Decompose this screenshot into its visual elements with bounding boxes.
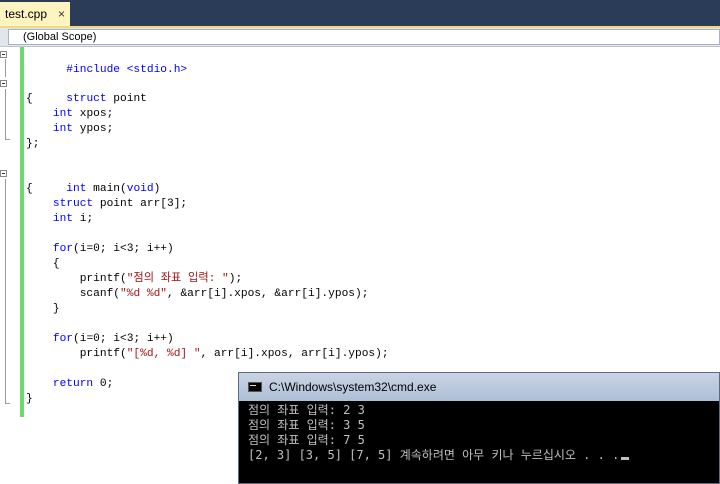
- code-text: int: [52, 213, 74, 225]
- code-line-3[interactable]: struct point: [0, 77, 716, 105]
- console-line: 점의 좌표 입력: 7 5: [248, 433, 365, 447]
- code-text: (i=0; i<3; i++): [73, 243, 174, 255]
- code-text: , &arr[i].xpos, &arr[i].ypos);: [167, 288, 369, 300]
- code-text: i;: [73, 213, 94, 225]
- code-text: xpos;: [73, 108, 114, 120]
- change-tracking-bar: [20, 47, 24, 417]
- code-line-18[interactable]: }: [26, 302, 716, 317]
- code-text: 0;: [93, 378, 114, 390]
- code-line-16[interactable]: printf("점의 좌표 입력: ");: [26, 272, 716, 287]
- console-title: C:\Windows\system32\cmd.exe: [269, 380, 437, 394]
- code-text: {: [52, 258, 60, 270]
- collapse-icon[interactable]: [0, 170, 7, 177]
- code-line-11[interactable]: struct point arr[3];: [26, 197, 716, 212]
- console-window[interactable]: C:\Windows\system32\cmd.exe 점의 좌표 입력: 2 …: [238, 372, 720, 484]
- collapse-icon[interactable]: [0, 80, 7, 87]
- code-string: "[%d, %d] ": [126, 348, 201, 360]
- console-line: 점의 좌표 입력: 3 5: [248, 418, 365, 432]
- code-string: "%d %d": [120, 288, 168, 300]
- code-line-12[interactable]: int i;: [26, 212, 716, 227]
- console-output: 점의 좌표 입력: 2 3 점의 좌표 입력: 3 5 점의 좌표 입력: 7 …: [248, 403, 630, 463]
- tab-label: test.cpp: [5, 7, 48, 21]
- code-text: struct: [52, 198, 94, 210]
- code-string: "점의 좌표 입력: ": [126, 273, 229, 285]
- outline-guide-end: [5, 139, 10, 140]
- scope-value: (Global Scope): [23, 31, 97, 43]
- code-text: }: [26, 393, 33, 405]
- outline-guide-end: [5, 403, 10, 404]
- code-text: };: [26, 138, 40, 150]
- code-line-1[interactable]: #include <stdio.h>: [0, 48, 716, 76]
- console-line-prompt: [2, 3] [3, 5] [7, 5] 계속하려면 아무 키나 누르십시오 .…: [248, 448, 630, 463]
- code-text: for: [52, 243, 74, 255]
- code-text: (i=0; i<3; i++): [73, 333, 174, 345]
- code-line-4[interactable]: {: [26, 92, 716, 107]
- text-cursor: [621, 457, 630, 460]
- console-line: 점의 좌표 입력: 2 3: [248, 403, 365, 417]
- outline-guide: [5, 89, 6, 139]
- code-line-17[interactable]: scanf("%d %d", &arr[i].xpos, &arr[i].ypo…: [26, 287, 716, 302]
- code-text: #include <stdio.h>: [66, 64, 188, 76]
- code-text: ypos;: [73, 123, 114, 135]
- code-text: );: [228, 273, 243, 285]
- code-text: , arr[i].xpos, arr[i].ypos);: [200, 348, 389, 360]
- code-text: printf(: [79, 348, 127, 360]
- console-title-bar[interactable]: C:\Windows\system32\cmd.exe: [239, 373, 719, 401]
- code-line-15[interactable]: {: [26, 257, 716, 272]
- console-icon: [248, 382, 262, 392]
- code-line-10[interactable]: {: [26, 182, 716, 197]
- collapse-icon[interactable]: [0, 51, 7, 58]
- scope-dropdown[interactable]: (Global Scope): [8, 29, 720, 45]
- tab-test-cpp[interactable]: test.cpp ×: [0, 2, 70, 26]
- outline-guide: [5, 59, 6, 77]
- code-text: point arr[3];: [93, 198, 188, 210]
- code-text: int: [52, 123, 74, 135]
- code-text: int: [52, 108, 74, 120]
- code-line-6[interactable]: int ypos;: [26, 122, 716, 137]
- code-line-5[interactable]: int xpos;: [26, 107, 716, 122]
- console-prompt-text: [2, 3] [3, 5] [7, 5] 계속하려면 아무 키나 누르십시오 .…: [248, 448, 620, 462]
- code-line-7[interactable]: };: [26, 137, 716, 152]
- code-text: scanf(: [79, 288, 121, 300]
- document-tab-strip: test.cpp ×: [0, 0, 720, 28]
- code-line-21[interactable]: printf("[%d, %d] ", arr[i].xpos, arr[i].…: [26, 347, 716, 362]
- tab-close-icon[interactable]: ×: [58, 2, 65, 26]
- code-text: }: [52, 303, 60, 315]
- outline-guide: [5, 179, 6, 403]
- code-text: return: [52, 378, 94, 390]
- code-text: {: [26, 183, 33, 195]
- code-line-20[interactable]: for(i=0; i<3; i++): [26, 332, 716, 347]
- code-line-9[interactable]: int main(void): [0, 167, 716, 195]
- code-text: printf(: [79, 273, 127, 285]
- code-text: {: [26, 93, 33, 105]
- code-line-14[interactable]: for(i=0; i<3; i++): [26, 242, 716, 257]
- navigation-bar: (Global Scope): [0, 28, 720, 47]
- code-text: for: [52, 333, 74, 345]
